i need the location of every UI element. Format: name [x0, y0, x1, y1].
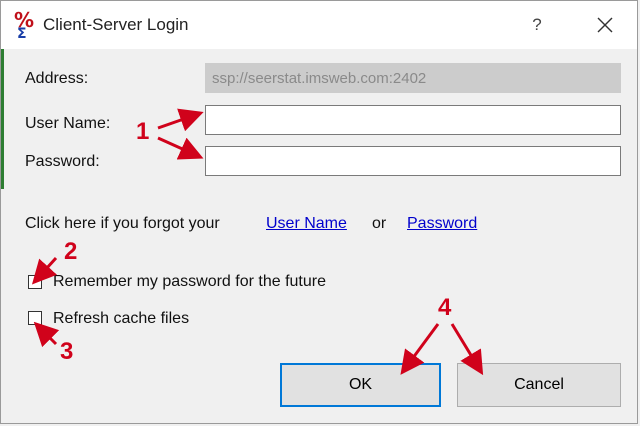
refresh-cache-label: Refresh cache files — [53, 310, 190, 327]
seerstat-icon: % Σ — [14, 9, 34, 39]
forgot-text: Click here if you forgot your — [25, 215, 220, 232]
password-label: Password: — [25, 153, 100, 170]
remember-password-checkbox[interactable] — [28, 275, 42, 289]
ok-button[interactable]: OK — [280, 363, 441, 407]
username-input[interactable] — [205, 105, 621, 135]
help-button[interactable]: ? — [525, 13, 549, 37]
annotation-number-1: 1 — [136, 118, 150, 145]
forgot-password-link[interactable]: Password — [407, 215, 477, 233]
address-field — [205, 63, 621, 93]
annotation-number-2: 2 — [64, 238, 78, 265]
refresh-cache-checkbox[interactable] — [28, 311, 42, 325]
annotation-number-3: 3 — [60, 338, 74, 365]
address-label: Address: — [25, 70, 89, 87]
svg-text:Σ: Σ — [17, 26, 27, 39]
annotation-number-4: 4 — [438, 294, 452, 321]
username-label: User Name: — [25, 115, 111, 132]
remember-password-label: Remember my password for the future — [53, 273, 326, 290]
password-input[interactable] — [205, 146, 621, 176]
forgot-username-link[interactable]: User Name — [266, 215, 347, 233]
title-bar: % Σ Client-Server Login ? — [1, 1, 637, 49]
close-icon[interactable] — [593, 13, 617, 37]
window-title: Client-Server Login — [43, 15, 189, 34]
forgot-or-text: or — [372, 215, 387, 232]
background-window-strip — [1, 49, 4, 189]
cancel-button[interactable]: Cancel — [457, 363, 621, 407]
login-dialog: % Σ Client-Server Login ? Address: User … — [0, 0, 638, 424]
